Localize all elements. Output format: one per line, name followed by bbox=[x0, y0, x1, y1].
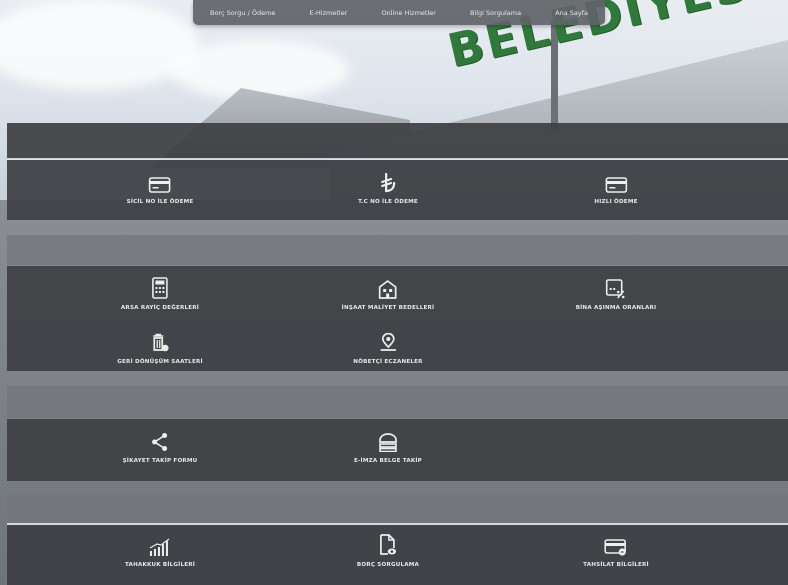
nav-ana-sayfa[interactable]: Ana Sayfa bbox=[555, 9, 588, 17]
section-header-payments bbox=[7, 123, 788, 159]
share-icon bbox=[151, 430, 169, 452]
nav-borc-sorgu[interactable]: Borç Sorgu / Ödeme bbox=[210, 9, 275, 17]
tile-label: ARSA RAYİÇ DEĞERLERİ bbox=[120, 305, 200, 311]
tile-label: TAHAKKUK BİLGİLERİ bbox=[124, 562, 196, 568]
calculator-icon bbox=[152, 277, 168, 299]
tile-label: İNŞAAT MALİYET BEDELLERİ bbox=[341, 305, 435, 311]
tile-sicil-no-odeme[interactable]: SİCİL NO İLE ÖDEME bbox=[127, 171, 194, 205]
tile-nobetci-eczaneler[interactable]: NÖBETÇİ ECZANELER bbox=[353, 331, 422, 365]
nav-online-hizmetler[interactable]: Online Hizmetler bbox=[381, 9, 436, 17]
tile-geri-donusum[interactable]: GERİ DÖNÜŞÜM SAATLERİ bbox=[117, 331, 203, 365]
tile-bina-asinma[interactable]: BİNA AŞINMA ORANLARI bbox=[576, 277, 657, 311]
tile-label: ŞİKAYET TAKİP FORMU bbox=[122, 458, 198, 464]
tile-label: T.C NO İLE ÖDEME bbox=[358, 199, 418, 205]
cloud bbox=[170, 40, 350, 100]
tile-label: E-İMZA BELGE TAKİP bbox=[354, 458, 422, 464]
tile-arsa-rayic[interactable]: ARSA RAYİÇ DEĞERLERİ bbox=[121, 277, 199, 311]
stack-icon bbox=[377, 430, 399, 452]
credit-card-icon bbox=[604, 534, 628, 556]
card-icon bbox=[149, 171, 171, 193]
tile-label: BİNA AŞINMA ORANLARI bbox=[575, 305, 657, 311]
tile-insaat-maliyet[interactable]: İNŞAAT MALİYET BEDELLERİ bbox=[342, 277, 435, 311]
document-search-icon bbox=[379, 534, 397, 556]
section-gap bbox=[7, 235, 788, 265]
tile-label: GERİ DÖNÜŞÜM SAATLERİ bbox=[117, 359, 203, 365]
tile-label: TAHSİLAT BİLGİLERİ bbox=[583, 562, 649, 568]
tile-label: HIZLI ÖDEME bbox=[594, 199, 638, 205]
tile-tc-no-odeme[interactable]: T.C NO İLE ÖDEME bbox=[358, 171, 418, 205]
tile-e-imza-belge[interactable]: E-İMZA BELGE TAKİP bbox=[354, 430, 422, 464]
recycle-bin-icon bbox=[151, 331, 169, 353]
nav-bilgi-sorgulama[interactable]: Bilgi Sorgulama bbox=[470, 9, 521, 17]
building-icon bbox=[378, 277, 398, 299]
section-gap bbox=[7, 386, 788, 418]
nav-e-hizmetler[interactable]: E-Hizmetler bbox=[309, 9, 347, 17]
tile-label: NÖBETÇİ ECZANELER bbox=[353, 359, 423, 365]
map-pin-icon bbox=[379, 331, 397, 353]
tile-hizli-odeme[interactable]: HIZLI ÖDEME bbox=[594, 171, 637, 205]
card-icon bbox=[605, 171, 627, 193]
section-gap bbox=[7, 495, 788, 523]
top-nav: Borç Sorgu / Ödeme E-Hizmetler Online Hi… bbox=[193, 0, 605, 25]
tile-label: BORÇ SORGULAMA bbox=[356, 562, 420, 568]
bar-chart-icon bbox=[149, 534, 171, 556]
tile-label: SİCİL NO İLE ÖDEME bbox=[126, 199, 194, 205]
tile-borc-sorgulama[interactable]: BORÇ SORGULAMA bbox=[357, 534, 419, 568]
tile-sikayet-takip[interactable]: ŞİKAYET TAKİP FORMU bbox=[123, 430, 198, 464]
lira-icon bbox=[380, 171, 396, 193]
percent-icon bbox=[606, 277, 626, 299]
tile-tahakkuk-bilgileri[interactable]: TAHAKKUK BİLGİLERİ bbox=[125, 534, 195, 568]
tile-tahsilat-bilgileri[interactable]: TAHSİLAT BİLGİLERİ bbox=[583, 534, 649, 568]
